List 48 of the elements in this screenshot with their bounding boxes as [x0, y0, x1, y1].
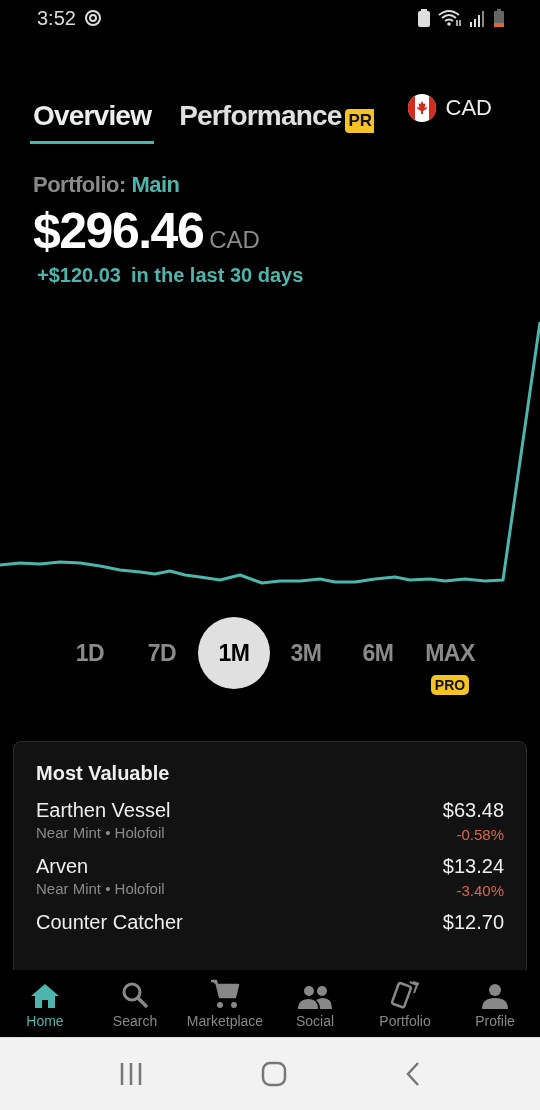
- range-button[interactable]: 3M: [286, 631, 326, 675]
- back-icon: [405, 1061, 421, 1087]
- portfolio-value: $296.46: [33, 202, 204, 260]
- people-icon: [298, 985, 332, 1009]
- range-button[interactable]: 1M: [198, 617, 270, 689]
- search-icon: [121, 981, 149, 1009]
- card-price: $63.48: [442, 799, 504, 822]
- sync-icon: [83, 9, 102, 27]
- signal-icon: [470, 9, 486, 27]
- card-name: Earthen Vessel: [36, 799, 171, 822]
- price-change: -3.40%: [456, 882, 504, 899]
- card-title: Most Valuable: [36, 762, 171, 785]
- home-icon: [30, 983, 60, 1009]
- recents-icon: [119, 1062, 143, 1086]
- card-price: $13.24: [442, 855, 504, 878]
- tab[interactable]: Performance: [176, 96, 345, 144]
- pro-badge: PR: [344, 109, 375, 133]
- range-button[interactable]: 7D: [143, 631, 181, 675]
- cards-icon: [390, 979, 420, 1009]
- range-button[interactable]: 6M: [358, 631, 398, 675]
- nav-tab[interactable]: Social: [270, 970, 360, 1037]
- canada-flag-icon: [407, 94, 436, 122]
- price-change: -0.58%: [456, 826, 504, 843]
- nav-tab[interactable]: Marketplace: [180, 970, 270, 1037]
- currency-label[interactable]: CAD: [445, 95, 492, 121]
- card-details: Near Mint • Holofoil: [36, 880, 165, 897]
- clock: 3:52: [37, 6, 76, 30]
- nav-tab[interactable]: Search: [90, 970, 180, 1037]
- card-name: Arven: [36, 855, 90, 878]
- cart-icon: [210, 979, 240, 1009]
- currency-code: CAD: [209, 226, 260, 254]
- battery-saver-icon: [418, 9, 430, 27]
- pro-badge: PRO: [430, 675, 470, 695]
- wifi-icon: [438, 9, 462, 27]
- nav-tab[interactable]: Profile: [450, 970, 540, 1037]
- value-change: +$120.03: [37, 264, 121, 287]
- tab[interactable]: Overview: [30, 96, 155, 144]
- range-button[interactable]: 1D: [71, 631, 109, 675]
- card-name: Counter Catcher: [36, 911, 183, 934]
- portfolio-label[interactable]: Portfolio: Main: [33, 172, 540, 198]
- battery-icon: [494, 9, 504, 27]
- change-period: in the last 30 days: [131, 264, 304, 287]
- range-button[interactable]: MAX: [421, 631, 479, 675]
- card-price: $12.70: [442, 911, 504, 934]
- nav-tab[interactable]: Home: [0, 970, 90, 1037]
- nav-tab[interactable]: Portfolio: [360, 970, 450, 1037]
- person-icon: [482, 983, 508, 1009]
- card-details: Near Mint • Holofoil: [36, 824, 166, 841]
